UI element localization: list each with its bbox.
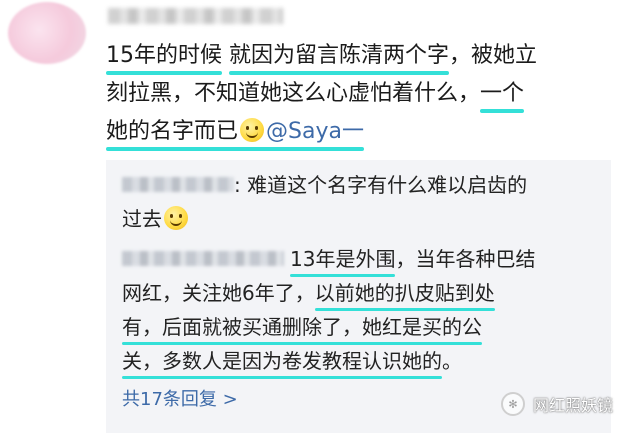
blurred-username[interactable] xyxy=(108,8,283,24)
reply-item: : 难道这个名字有什么难以启齿的 过去 xyxy=(122,168,602,236)
reply-line: 关，多数人是因为卷发教程认识她的。 xyxy=(122,344,602,378)
watermark: ✻ 网红照妖镜 xyxy=(500,392,613,416)
comment-line-3: 她的名字而已 @Saya一 xyxy=(106,113,611,151)
reply-line: 13年是外围，当年各种巴结 xyxy=(122,242,602,276)
reply-line: : 难道这个名字有什么难以启齿的 xyxy=(122,168,602,202)
mention-link[interactable]: @Saya一 xyxy=(266,119,364,144)
reply-line: 过去 xyxy=(122,202,602,236)
reply-segment: 过去 xyxy=(122,207,162,231)
reply-line: 网红，关注她6年了，以前她的扒皮贴到处 xyxy=(122,276,602,310)
highlight-underline: 关，多数人是因为卷发教程认识她的 xyxy=(122,349,442,373)
highlight-underline: 有，后面就被买通删除了，她红是买的公 xyxy=(122,315,482,339)
reply-item: 13年是外围，当年各种巴结 网红，关注她6年了，以前她的扒皮贴到处 有，后面就被… xyxy=(122,242,602,378)
reply-segment: : 难道这个名字有什么难以启齿的 xyxy=(234,173,528,197)
watermark-text: 网红照妖镜 xyxy=(532,396,613,415)
comment-space xyxy=(222,43,229,68)
reply-line: 有，后面就被买通删除了，她红是买的公 xyxy=(122,310,602,344)
comment-segment: ，被她立 xyxy=(449,43,538,68)
comment-segment: 刻拉黑，不知道她这么心虚怕着什么， xyxy=(106,81,481,106)
comment-line-2: 刻拉黑，不知道她这么心虚怕着什么，一个 xyxy=(106,75,611,113)
reply-segment: ，当年各种巴结 xyxy=(395,247,536,271)
comment-text: 15年的时候 就因为留言陈清两个字，被她立 刻拉黑，不知道她这么心虚怕着什么，一… xyxy=(106,37,611,151)
avatar[interactable] xyxy=(8,2,86,64)
highlight-underline: 一个 xyxy=(480,81,525,106)
highlight-underline: 15年的时候 xyxy=(106,43,222,68)
smiley-emoji-icon xyxy=(164,206,188,230)
comment-line-1: 15年的时候 就因为留言陈清两个字，被她立 xyxy=(106,37,611,75)
comment-segment: 她的名字而已 xyxy=(106,119,239,144)
highlight-underline: 以前她的扒皮贴到处 xyxy=(314,281,495,305)
blurred-reply-username[interactable] xyxy=(122,177,234,192)
reply-segment: 。 xyxy=(442,349,462,373)
highlight-underline: 她的名字而已 @Saya一 xyxy=(106,118,364,144)
smiley-emoji-icon xyxy=(240,118,265,142)
highlight-underline: 13年是外围 xyxy=(290,247,396,271)
highlight-underline: 就因为留言陈清两个字 xyxy=(229,43,450,68)
reply-segment: 网红，关注她6年了， xyxy=(122,281,315,305)
blurred-reply-username[interactable] xyxy=(122,251,284,266)
wechat-channel-icon: ✻ xyxy=(500,392,525,416)
more-replies-link[interactable]: 共17条回复 > xyxy=(122,385,238,411)
